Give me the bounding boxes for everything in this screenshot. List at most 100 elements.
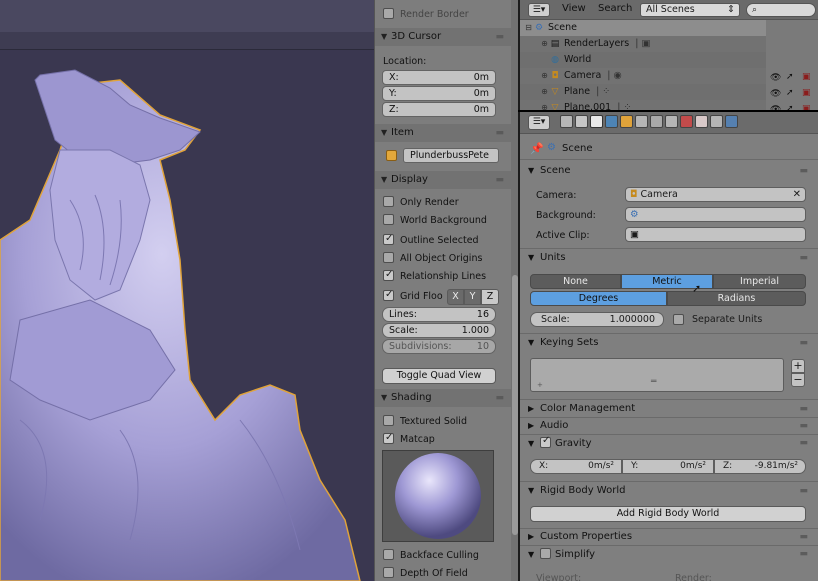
gravity-y-field[interactable]: Y: 0m/s² xyxy=(622,459,714,474)
custom-properties-panel-header[interactable]: ▶ Custom Properties xyxy=(528,531,632,542)
unit-system-imperial[interactable]: Imperial xyxy=(713,274,806,289)
grip-icon[interactable]: ▬ xyxy=(495,28,503,46)
outliner-search-input[interactable]: ⌕ xyxy=(746,3,816,17)
units-panel-header[interactable]: ▼ Units xyxy=(528,252,566,263)
data-tab-icon[interactable] xyxy=(665,115,678,128)
only-render-toggle[interactable]: Only Render xyxy=(383,196,503,210)
all-object-origins-checkbox[interactable] xyxy=(383,252,394,263)
expand-icon[interactable]: ⊕ xyxy=(540,84,549,100)
active-clip-field[interactable]: ▣ xyxy=(625,227,806,242)
grip-icon[interactable]: ▬ xyxy=(799,532,808,542)
grid-axis-y-button[interactable]: Y xyxy=(464,289,481,305)
background-scene-field[interactable]: ⚙ xyxy=(625,207,806,222)
grid-floor-checkbox[interactable] xyxy=(383,288,394,302)
add-rigid-body-world-button[interactable]: Add Rigid Body World xyxy=(530,506,806,522)
scene-panel-header[interactable]: ▼ Scene xyxy=(528,165,571,176)
gravity-z-field[interactable]: Z: -9.81m/s² xyxy=(714,459,806,474)
render-layers-tab-icon[interactable] xyxy=(575,115,588,128)
toggle-quad-view-button[interactable]: Toggle Quad View xyxy=(382,368,496,384)
add-keying-set-button[interactable]: + xyxy=(791,359,805,373)
only-render-checkbox[interactable] xyxy=(383,196,394,207)
color-management-panel-header[interactable]: ▶ Color Management xyxy=(528,403,635,414)
world-tab-icon[interactable] xyxy=(605,115,618,128)
grip-icon[interactable]: ▬ xyxy=(799,404,808,414)
grip-icon[interactable]: ▬ xyxy=(799,438,808,448)
textured-solid-checkbox[interactable] xyxy=(383,415,394,426)
outliner-search-menu[interactable]: Search xyxy=(598,3,632,14)
grip-icon[interactable]: ▬ xyxy=(799,421,808,431)
properties-shelf[interactable]: Render Border ▼ 3D Cursor ▬ Location: X: 0m… xyxy=(374,0,518,581)
keying-sets-panel-header[interactable]: ▼ Keying Sets xyxy=(528,337,598,348)
visibility-eye-icon[interactable]: 👁 xyxy=(770,73,781,83)
matcap-toggle[interactable]: Matcap xyxy=(383,431,503,447)
scene-tab-icon[interactable] xyxy=(590,115,603,128)
render-camera-icon[interactable]: ▣ xyxy=(802,72,811,82)
render-border-toggle[interactable]: Render Border xyxy=(383,8,503,22)
depth-of-field-toggle[interactable]: Depth Of Field xyxy=(383,567,503,581)
remove-keying-set-button[interactable]: − xyxy=(791,373,805,387)
world-background-toggle[interactable]: World Background xyxy=(383,214,503,228)
render-camera-icon[interactable]: ▣ xyxy=(802,104,811,110)
gravity-x-field[interactable]: X: 0m/s² xyxy=(530,459,622,474)
grid-scale-field[interactable]: Scale: 1.000 xyxy=(382,323,496,338)
rotation-radians[interactable]: Radians xyxy=(667,291,806,306)
grip-icon[interactable]: ▬ xyxy=(799,486,808,496)
simplify-panel-header[interactable]: ▼ Simplify xyxy=(528,548,595,560)
world-background-checkbox[interactable] xyxy=(383,214,394,225)
scene-camera-field[interactable]: ◘ Camera ✕ xyxy=(625,187,806,202)
grid-axis-x-button[interactable]: X xyxy=(447,289,464,305)
backface-culling-toggle[interactable]: Backface Culling xyxy=(383,549,503,563)
outliner-row-world[interactable]: ◍ World xyxy=(520,52,766,68)
matcap-checkbox[interactable] xyxy=(383,431,394,445)
expand-icon[interactable]: ⊕ xyxy=(540,36,549,52)
editor-type-icon[interactable]: ☰▾ xyxy=(528,115,550,130)
grip-icon[interactable]: ▬ xyxy=(799,549,808,559)
grip-icon[interactable]: ▬ xyxy=(495,124,503,142)
separate-units-checkbox[interactable] xyxy=(673,314,684,325)
outliner-row-camera[interactable]: ⊕ ◘ Camera | ◉ xyxy=(520,68,766,84)
grip-icon[interactable]: ▬ xyxy=(495,171,503,189)
list-filter-icon[interactable]: + xyxy=(537,381,543,389)
rotation-degrees[interactable]: Degrees xyxy=(530,291,667,306)
gravity-checkbox[interactable] xyxy=(540,435,551,448)
grid-subdivisions-field[interactable]: Subdivisions: 10 xyxy=(382,339,496,354)
display-mode-select[interactable]: All Scenes ⇕ xyxy=(640,3,740,17)
3d-viewport[interactable] xyxy=(0,0,374,581)
grid-floor-toggle[interactable]: Grid Floo xyxy=(383,288,453,304)
select-arrow-icon[interactable]: ➚ xyxy=(786,104,794,110)
particles-tab-icon[interactable] xyxy=(710,115,723,128)
grip-icon[interactable]: ▬ xyxy=(799,253,808,263)
properties-editor[interactable]: ☰▾ 📌 ⚙ Scene ▼ Scene ▬ Camera: ◘ Camera ✕… xyxy=(518,112,818,581)
simplify-checkbox[interactable] xyxy=(540,548,551,559)
visibility-eye-icon[interactable]: 👁 xyxy=(770,105,781,110)
list-resize-grip-icon[interactable]: ═ xyxy=(651,377,656,387)
cursor-panel-header[interactable]: ▼ 3D Cursor ▬ xyxy=(375,28,511,46)
cursor-x-field[interactable]: X: 0m xyxy=(382,70,496,85)
display-panel-header[interactable]: ▼ Display ▬ xyxy=(375,171,511,189)
outliner-row-plane[interactable]: ⊕ ▽ Plane | ⁘ xyxy=(520,84,766,100)
select-arrow-icon[interactable]: ➚ xyxy=(786,88,794,98)
unit-scale-field[interactable]: Scale: 1.000000 xyxy=(530,312,664,327)
backface-culling-checkbox[interactable] xyxy=(383,549,394,560)
relationship-lines-toggle[interactable]: Relationship Lines xyxy=(383,268,503,284)
textured-solid-toggle[interactable]: Textured Solid xyxy=(383,415,503,429)
editor-type-icon[interactable]: ☰▾ xyxy=(528,3,550,17)
cursor-z-field[interactable]: Z: 0m xyxy=(382,102,496,117)
matcap-preview[interactable] xyxy=(382,450,494,542)
outliner-row-renderlayers[interactable]: ⊕ ▤ RenderLayers | ▣ xyxy=(520,36,766,52)
depth-of-field-checkbox[interactable] xyxy=(383,567,394,578)
object-tab-icon[interactable] xyxy=(620,115,633,128)
item-panel-header[interactable]: ▼ Item ▬ xyxy=(375,124,511,142)
all-object-origins-toggle[interactable]: All Object Origins xyxy=(383,252,503,266)
shelf-scrollbar[interactable] xyxy=(511,0,518,581)
grip-icon[interactable]: ▬ xyxy=(495,389,503,407)
unit-system-none[interactable]: None xyxy=(530,274,621,289)
outliner[interactable]: ☰▾ View Search All Scenes ⇕ ⌕ ⊟ ⚙ Scene ⊕ ▤ R… xyxy=(518,0,818,110)
expand-icon[interactable]: ⊕ xyxy=(540,68,549,84)
grid-lines-field[interactable]: Lines: 16 xyxy=(382,307,496,322)
gravity-panel-header[interactable]: ▼Gravity xyxy=(528,435,592,449)
clear-x-icon[interactable]: ✕ xyxy=(793,188,801,201)
relationship-lines-checkbox[interactable] xyxy=(383,268,394,282)
outliner-row-scene[interactable]: ⊟ ⚙ Scene xyxy=(520,20,766,36)
modifiers-tab-icon[interactable] xyxy=(650,115,663,128)
